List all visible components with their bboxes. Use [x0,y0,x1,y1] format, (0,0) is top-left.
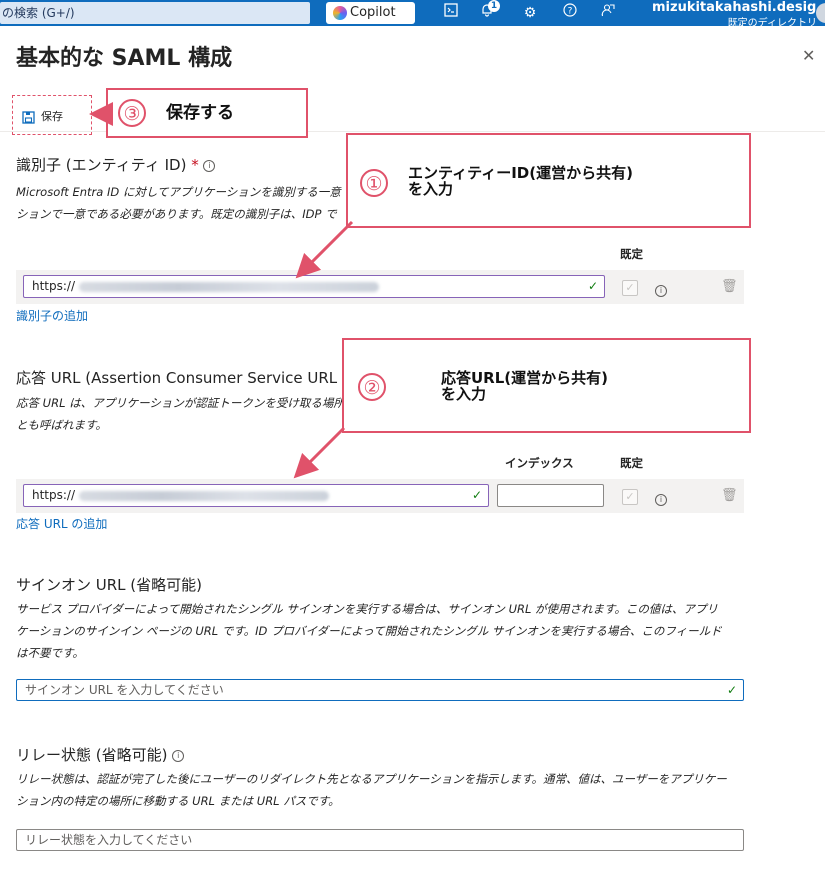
relay-section-title: リレー状態 (省略可能) i [16,744,185,765]
signon-url-input[interactable]: サインオン URL を入力してください ✓ [16,679,744,701]
signon-placeholder: サインオン URL を入力してください [25,683,224,697]
relay-desc-line1: リレー状態は、認証が完了した後にユーザーのリダイレクト先となるアプリケーションを… [16,772,727,786]
arrow-to-identifier [295,220,354,279]
signon-desc-line1: サービス プロバイダーによって開始されたシングル サインオンを実行する場合は、サ… [16,602,718,616]
signon-desc-line3: は不要です。 [16,646,84,660]
checkmark-icon: ✓ [726,683,737,697]
signon-section-title: サインオン URL (省略可能) [16,576,202,594]
relay-state-input[interactable]: リレー状態を入力してください [16,829,744,851]
relay-placeholder: リレー状態を入力してください [25,833,193,847]
info-icon[interactable]: i [172,749,185,762]
arrow-to-reply-url [293,426,346,479]
signon-desc-line2: ケーションのサインイン ページの URL です。ID プロバイダーによって開始さ… [16,624,722,638]
relay-desc-line2: ション内の特定の場所に移動する URL または URL パスです。 [16,794,340,808]
relay-description: リレー状態は、認証が完了した後にユーザーのリダイレクト先となるアプリケーションを… [16,768,756,812]
relay-title-text: リレー状態 (省略可能) [16,746,168,764]
signon-description: サービス プロバイダーによって開始されたシングル サインオンを実行する場合は、サ… [16,598,756,664]
